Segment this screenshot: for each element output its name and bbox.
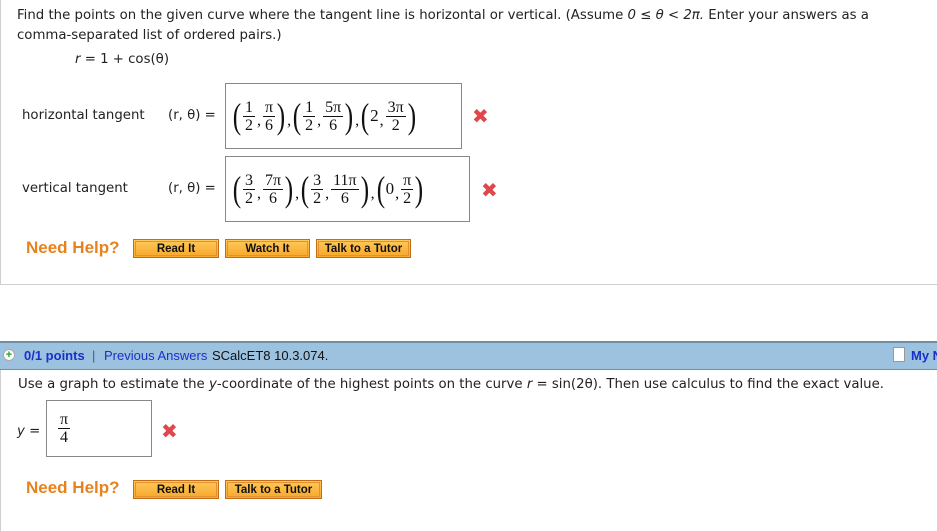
- header-separator: |: [92, 348, 96, 363]
- expand-plus-icon[interactable]: +: [3, 349, 15, 361]
- fraction: π4: [58, 411, 71, 446]
- horizontal-tangent-label: horizontal tangent: [22, 108, 145, 123]
- y-answer-input[interactable]: π4: [46, 400, 152, 457]
- domain-condition: 0 ≤ θ < 2π.: [627, 8, 705, 23]
- fraction: π2: [401, 171, 414, 207]
- vertical-tangent-label: vertical tangent: [22, 181, 128, 196]
- question-2-prompt: Use a graph to estimate the y-coordinate…: [18, 377, 885, 392]
- vertical-tangent-answer[interactable]: ( 32 , 7π 6 ),( 32 , 11π 6 ),( 0 , π2 ): [225, 156, 470, 222]
- fraction: 12: [303, 98, 316, 134]
- incorrect-x-icon: ✖: [472, 104, 489, 128]
- question-2-header: + 0/1 points | Previous Answers SCalcET8…: [0, 341, 937, 370]
- question-code: SCalcET8 10.3.074.: [212, 348, 329, 363]
- talk-to-tutor-button[interactable]: Talk to a Tutor: [225, 480, 322, 499]
- my-notes-link[interactable]: My N: [911, 348, 937, 363]
- previous-answers-link[interactable]: Previous Answers: [104, 348, 207, 363]
- read-it-button[interactable]: Read It: [133, 480, 219, 499]
- fraction: π6: [263, 98, 276, 134]
- y-equals-label: y =: [17, 424, 41, 439]
- horizontal-tangent-answer[interactable]: ( 12 , π6 ),( 12 , 5π 6 ),( 2 , 3π 2 ): [225, 83, 462, 149]
- vertical-r-theta-label: (r, θ) =: [168, 181, 216, 196]
- need-help-label: Need Help?: [26, 238, 120, 257]
- incorrect-x-icon: ✖: [161, 419, 178, 443]
- fraction: 12: [243, 98, 255, 134]
- watch-it-button[interactable]: Watch It: [225, 239, 310, 258]
- fraction: 3π 2: [385, 98, 406, 134]
- fraction: 7π 6: [263, 171, 284, 207]
- fraction: 32: [311, 171, 324, 207]
- curve-equation: r = 1 + cos(θ): [75, 52, 170, 67]
- question-1-prompt: Find the points on the given curve where…: [17, 8, 869, 43]
- incorrect-x-icon: ✖: [481, 178, 498, 202]
- need-help-label: Need Help?: [26, 478, 120, 497]
- horizontal-r-theta-label: (r, θ) =: [168, 108, 216, 123]
- points-score: 0/1 points: [24, 348, 85, 363]
- talk-to-tutor-button[interactable]: Talk to a Tutor: [316, 239, 411, 258]
- fraction: 32: [243, 171, 255, 207]
- fraction: 11π 6: [331, 171, 359, 207]
- read-it-button[interactable]: Read It: [133, 239, 219, 258]
- fraction: 5π 6: [323, 98, 344, 134]
- notes-document-icon[interactable]: [893, 347, 905, 362]
